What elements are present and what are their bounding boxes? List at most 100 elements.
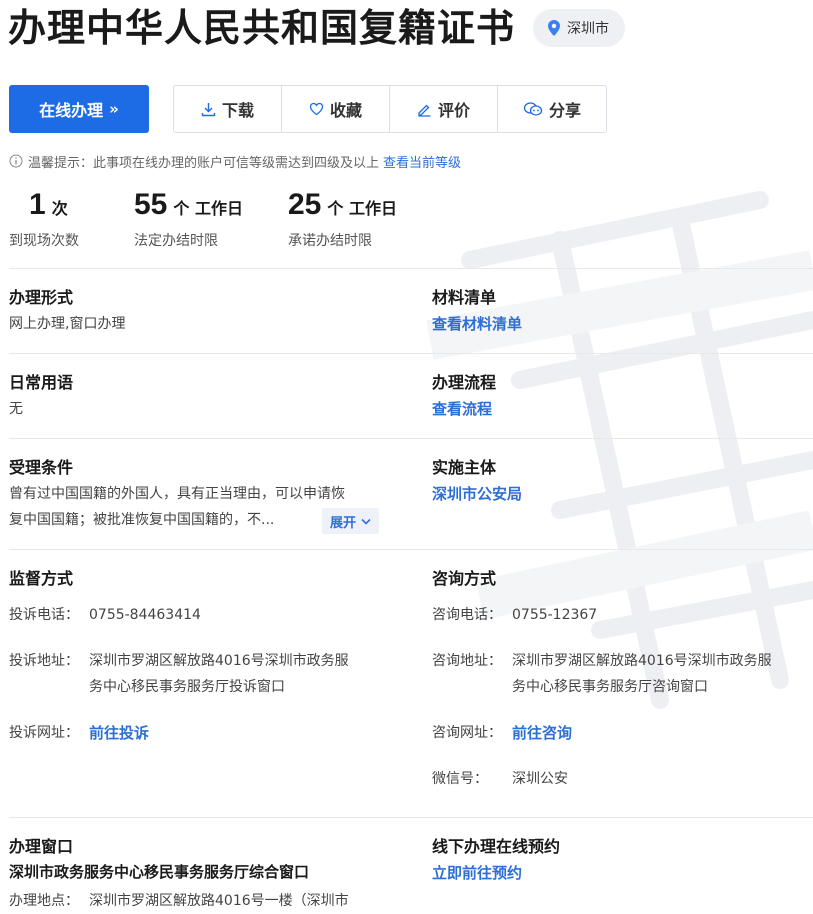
divider	[9, 817, 813, 818]
stat-promised-limit: 25 个 工作日 承诺办结时限	[288, 188, 448, 250]
stat-legal-limit: 55 个 工作日 法定办结时限	[134, 188, 288, 250]
section-materials: 材料清单 查看材料清单	[432, 287, 813, 335]
section-title: 办理流程	[432, 373, 497, 392]
complaint-address-line-1: 深圳市罗湖区解放路4016号深圳市政务服	[89, 653, 349, 669]
field-label: 办理地点：	[9, 893, 79, 909]
download-label: 下载	[221, 101, 254, 120]
section-title: 办理形式	[9, 288, 74, 307]
action-button-group: 下载 收藏 评价 分享	[173, 85, 607, 133]
consult-address-line-2: 务中心移民事务服务厅咨询窗口	[512, 679, 708, 695]
section-title: 受理条件	[9, 458, 74, 477]
pencil-icon	[418, 104, 431, 117]
window-address: 深圳市罗湖区解放路4016号一楼（深圳市	[89, 893, 349, 909]
stat-number: 25	[288, 188, 322, 221]
download-icon	[201, 102, 216, 116]
consult-web-link[interactable]: 前往咨询	[512, 720, 812, 746]
stat-caption: 到现场次数	[9, 233, 79, 249]
field-label: 投诉电话：	[9, 607, 79, 623]
favorite-button[interactable]: 收藏	[282, 86, 390, 132]
section-phrases: 日常用语 无	[9, 372, 399, 420]
stat-visits: 1次 到现场次数	[9, 188, 134, 250]
page-title: 办理中华人民共和国复籍证书	[8, 6, 516, 50]
complaint-web-link[interactable]: 前往投诉	[89, 720, 389, 746]
location-pin-icon	[547, 20, 561, 36]
booking-link[interactable]: 立即前往预约	[432, 862, 813, 884]
city-label: 深圳市	[567, 21, 610, 37]
window-name: 深圳市政务服务中心移民事务服务厅综合窗口	[9, 863, 310, 881]
review-button[interactable]: 评价	[390, 86, 498, 132]
view-materials-link[interactable]: 查看材料清单	[432, 313, 813, 335]
conditions-line-1: 曾有过中国国籍的外国人，具有正当理由，可以申请恢	[9, 486, 345, 502]
page: 办理中华人民共和国复籍证书 深圳市 在线办理 » 下载 收藏 评价 分享 温馨提…	[0, 0, 813, 914]
section-title: 办理窗口	[9, 837, 74, 856]
field-label: 咨询电话：	[432, 607, 502, 623]
consult-address-row: 咨询地址： 深圳市罗湖区解放路4016号深圳市政务服 务中心移民事务服务厅咨询窗…	[432, 648, 812, 700]
section-title: 监督方式	[9, 569, 74, 588]
title-row: 办理中华人民共和国复籍证书 深圳市	[8, 4, 626, 52]
section-authority: 实施主体 深圳市公安局	[432, 457, 813, 505]
stat-number: 1	[29, 188, 46, 221]
info-icon	[9, 154, 23, 168]
share-label: 分享	[548, 101, 581, 120]
section-booking: 线下办理在线预约 立即前往预约	[432, 836, 813, 884]
heart-icon	[309, 102, 324, 116]
field-label: 投诉网址：	[9, 725, 79, 741]
stat-unit: 个 工作日	[327, 199, 397, 218]
field-label: 微信号：	[432, 771, 488, 787]
section-title: 日常用语	[9, 373, 74, 392]
check-level-link[interactable]: 查看当前等级	[383, 152, 461, 171]
section-value: 无	[9, 401, 23, 417]
consult-wechat: 深圳公安	[512, 771, 568, 787]
stats-row: 1次 到现场次数 55 个 工作日 法定办结时限 25 个 工作日 承诺办结时限	[9, 188, 448, 250]
stat-number: 55	[134, 188, 168, 221]
double-chevron-right-icon: »	[109, 100, 119, 118]
divider	[9, 353, 813, 354]
field-label: 咨询地址：	[432, 653, 502, 669]
section-value: 网上办理,窗口办理	[9, 316, 126, 332]
section-window: 办理窗口 深圳市政务服务中心移民事务服务厅综合窗口	[9, 836, 399, 884]
view-process-link[interactable]: 查看流程	[432, 398, 813, 420]
divider	[9, 268, 813, 269]
field-label: 咨询网址：	[432, 725, 502, 741]
complaint-address: 深圳市罗湖区解放路4016号深圳市政务服 务中心移民事务服务厅投诉窗口	[89, 648, 389, 700]
complaint-address-row: 投诉地址： 深圳市罗湖区解放路4016号深圳市政务服 务中心移民事务服务厅投诉窗…	[9, 648, 389, 700]
complaint-phone: 0755-84463414	[89, 607, 201, 623]
divider	[9, 549, 813, 550]
stat-caption: 法定办结时限	[134, 233, 218, 249]
consult-phone: 0755-12367	[512, 607, 598, 623]
expand-label: 展开	[330, 515, 357, 531]
section-consult-title: 咨询方式	[432, 568, 813, 590]
section-title: 材料清单	[432, 288, 497, 307]
stat-unit: 次	[51, 199, 68, 218]
complaint-address-line-2: 务中心移民事务服务厅投诉窗口	[89, 679, 285, 695]
stat-caption: 承诺办结时限	[288, 233, 372, 249]
consult-web-row: 咨询网址： 前往咨询	[432, 720, 812, 746]
download-button[interactable]: 下载	[174, 86, 282, 132]
section-form: 办理形式 网上办理,窗口办理	[9, 287, 399, 335]
consult-address-line-1: 深圳市罗湖区解放路4016号深圳市政务服	[512, 653, 772, 669]
action-bar: 在线办理 » 下载 收藏 评价 分享	[9, 85, 607, 133]
stat-unit: 个 工作日	[173, 199, 243, 218]
review-label: 评价	[437, 101, 470, 120]
share-button[interactable]: 分享	[498, 86, 606, 132]
section-title: 咨询方式	[432, 569, 497, 588]
window-address-row: 办理地点： 深圳市罗湖区解放路4016号一楼（深圳市	[9, 888, 389, 914]
section-title: 线下办理在线预约	[432, 837, 561, 856]
divider	[9, 438, 813, 439]
complaint-phone-row: 投诉电话： 0755-84463414	[9, 602, 389, 628]
authority-link[interactable]: 深圳市公安局	[432, 483, 813, 505]
consult-phone-row: 咨询电话： 0755-12367	[432, 602, 812, 628]
consult-wechat-row: 微信号： 深圳公安	[432, 766, 812, 792]
section-process: 办理流程 查看流程	[432, 372, 813, 420]
section-supervision-title: 监督方式	[9, 568, 399, 590]
chat-bubbles-icon	[523, 102, 543, 116]
online-apply-button[interactable]: 在线办理 »	[9, 85, 149, 133]
online-apply-label: 在线办理	[39, 101, 104, 120]
tip-text: 温馨提示：此事项在线办理的账户可信等级需达到四级及以上	[28, 155, 380, 171]
complaint-web-row: 投诉网址： 前往投诉	[9, 720, 389, 746]
city-badge[interactable]: 深圳市	[533, 9, 626, 47]
chevron-down-icon	[361, 518, 371, 525]
favorite-label: 收藏	[329, 101, 362, 120]
expand-button[interactable]: 展开	[322, 508, 380, 534]
field-label: 投诉地址：	[9, 653, 79, 669]
